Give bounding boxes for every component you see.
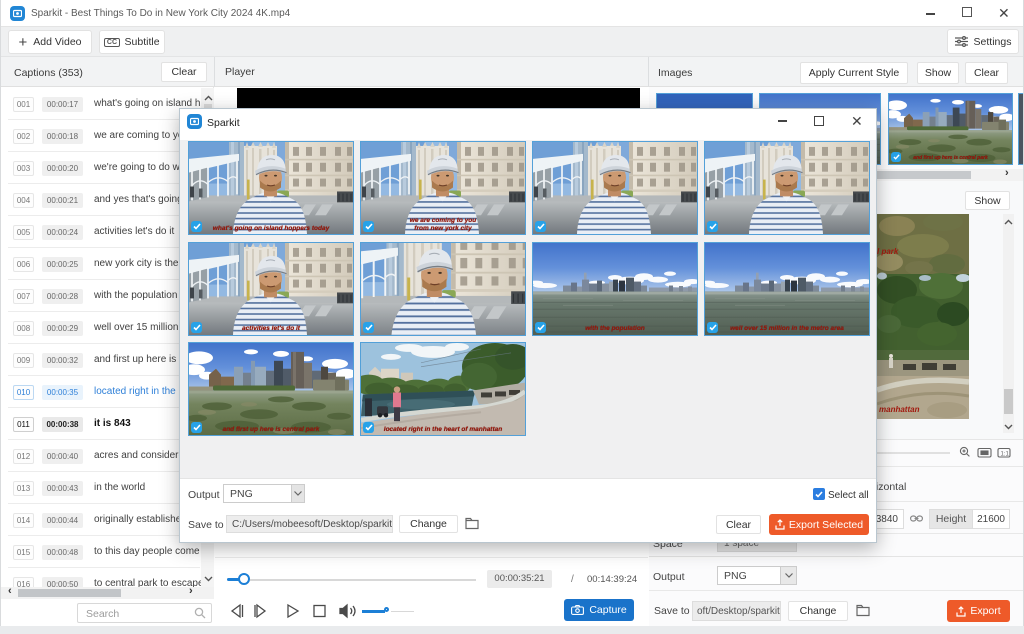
svg-text:1:1: 1:1 <box>1001 452 1010 458</box>
